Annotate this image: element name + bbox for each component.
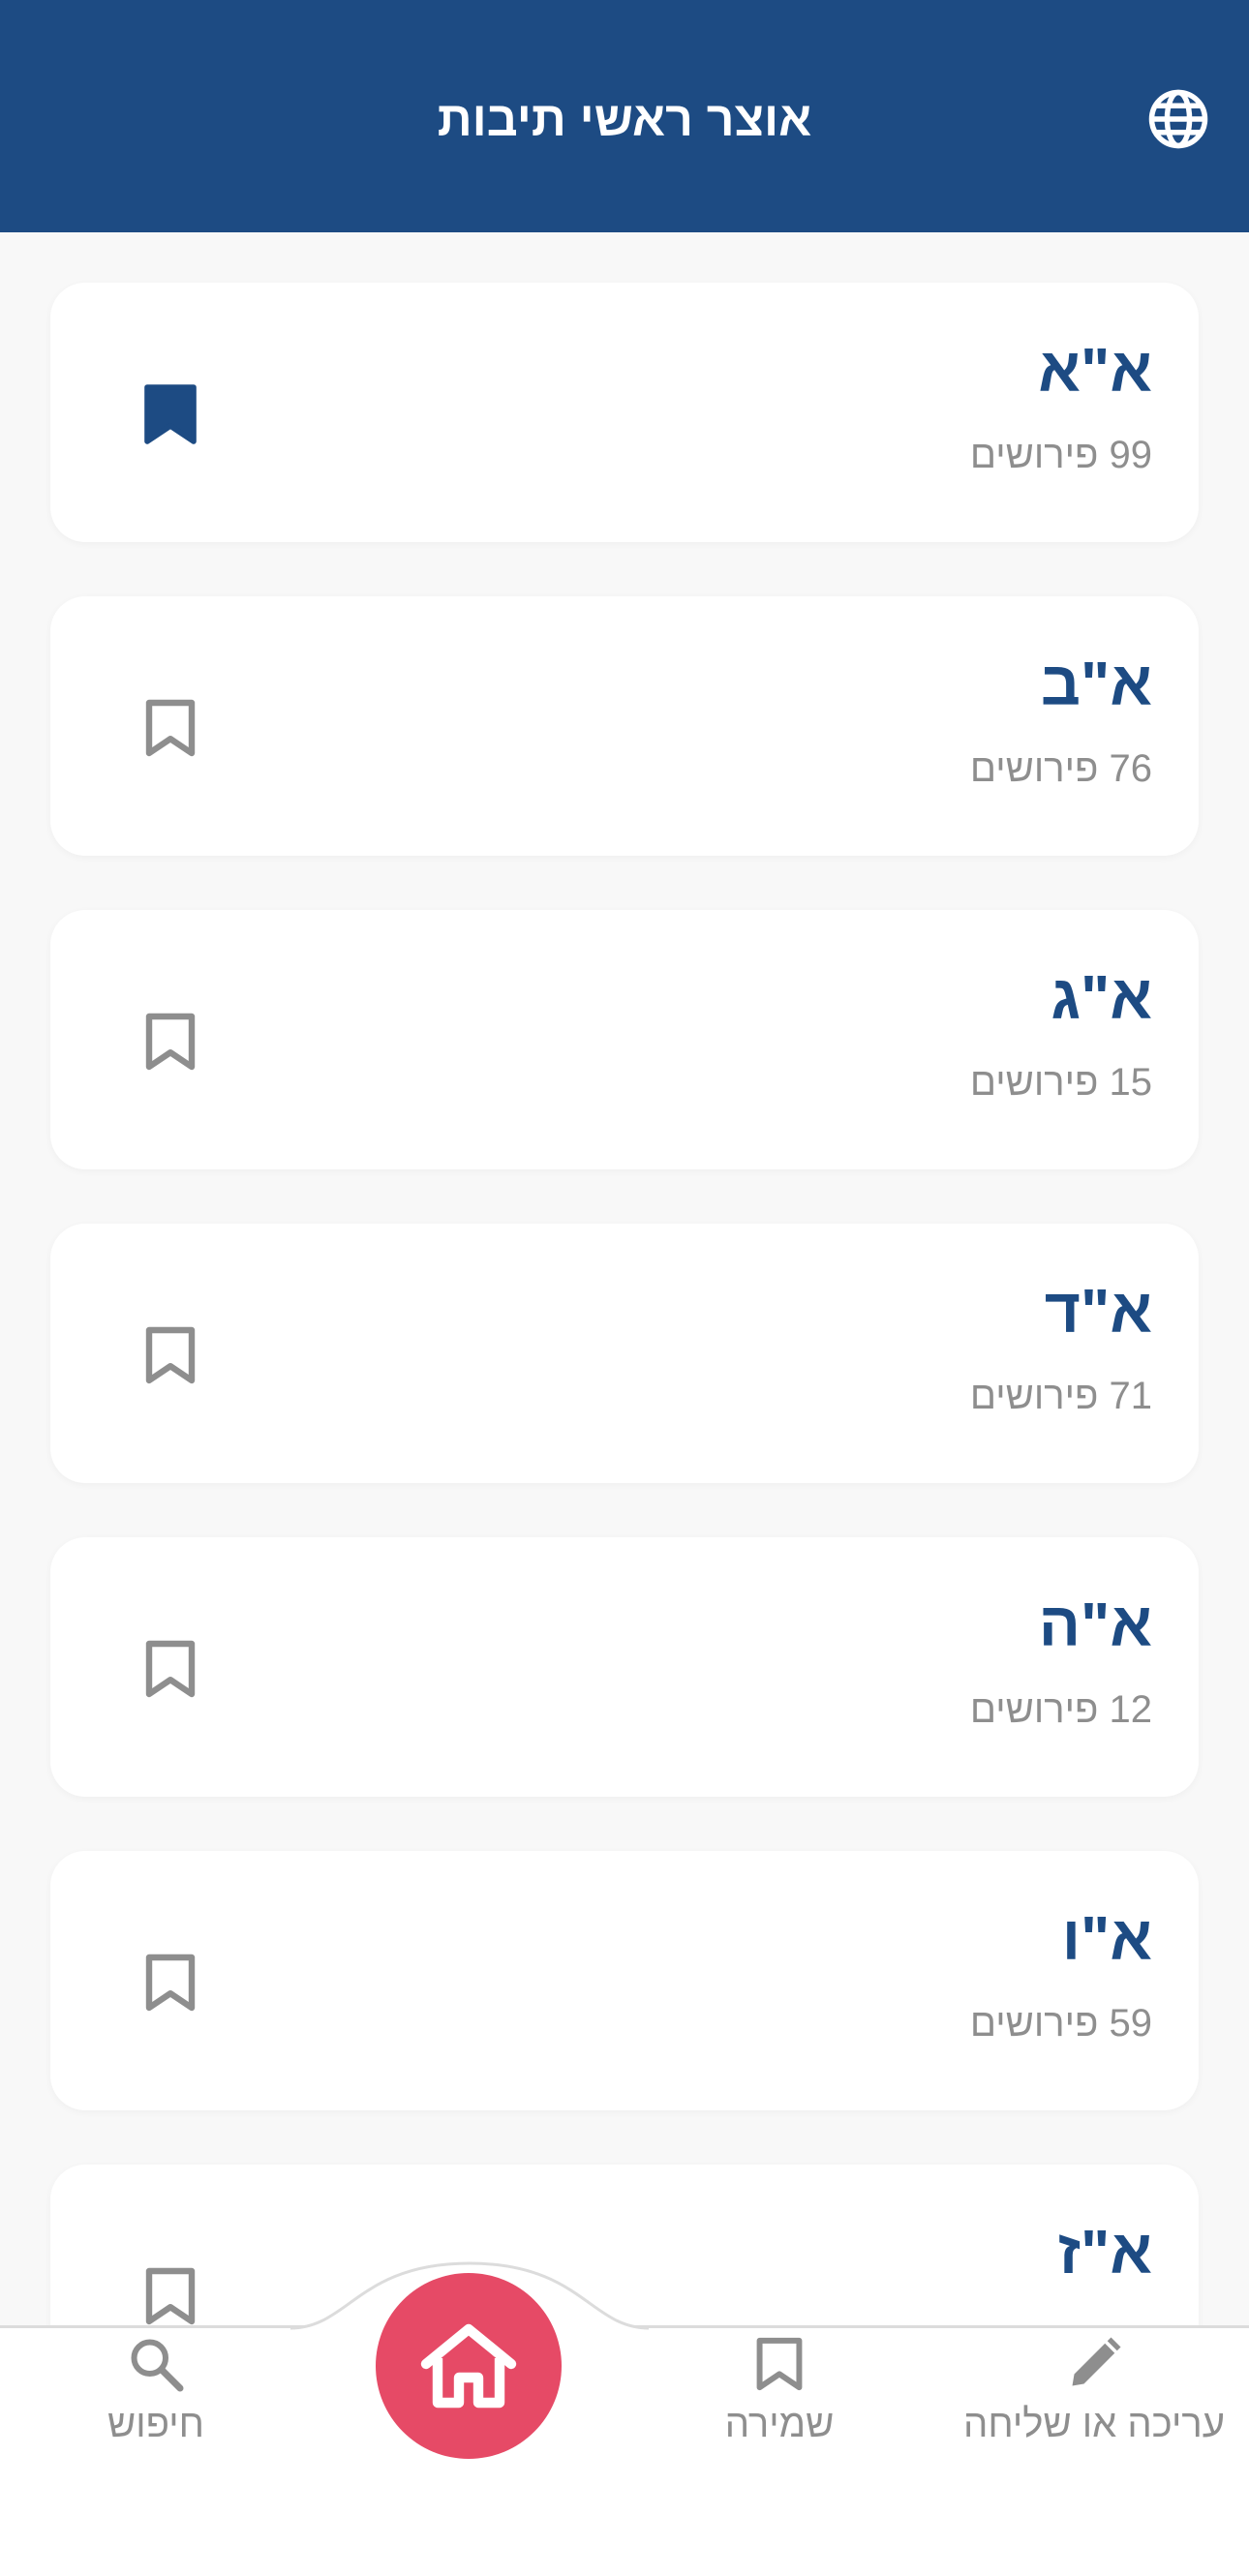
bookmark-icon[interactable] [143, 697, 198, 759]
bookmark-icon[interactable] [143, 1324, 198, 1386]
pencil-icon [1072, 2337, 1121, 2386]
list-item[interactable]: א"ג 15 פירושים [50, 910, 1199, 1169]
nav-edit[interactable]: עריכה או שליחה [939, 2335, 1249, 2446]
abbreviation-title: א"א [1038, 335, 1152, 405]
abbreviation-list: א"א 99 פירושים א"ב 76 פירושים א"ג 15 פיר… [50, 283, 1199, 2478]
bookmark-icon[interactable] [143, 1638, 198, 1700]
list-item[interactable]: א"א 99 פירושים [50, 283, 1199, 542]
meaning-count: 71 פירושים [969, 1375, 1152, 1417]
nav-edit-label: עריכה או שליחה [963, 2403, 1225, 2445]
abbreviation-title: א"ה [1038, 1590, 1152, 1659]
search-icon [131, 2339, 184, 2392]
nav-saved[interactable]: שמירה [707, 2335, 852, 2446]
bookmark-icon[interactable] [143, 2265, 198, 2327]
bookmark-filled-icon[interactable] [143, 383, 198, 445]
globe-icon[interactable] [1146, 87, 1210, 151]
abbreviation-title: א"ב [1041, 649, 1152, 718]
app-header: אוצר ראשי תיבות [0, 0, 1249, 232]
meaning-count: 99 פירושים [969, 434, 1152, 476]
abbreviation-title: א"ד [1044, 1276, 1152, 1346]
home-icon [420, 2323, 517, 2409]
abbreviation-title: א"ג [1051, 962, 1152, 1032]
bookmark-icon[interactable] [143, 1952, 198, 2014]
abbreviation-title: א"ז [1057, 2217, 1152, 2287]
bookmark-icon [756, 2337, 803, 2391]
meaning-count: 15 פירושים [969, 1061, 1152, 1104]
list-item[interactable]: א"ה 12 פירושים [50, 1537, 1199, 1797]
list-item[interactable]: א"ו 59 פירושים [50, 1851, 1199, 2110]
nav-saved-label: שמירה [724, 2403, 835, 2445]
meaning-count: 59 פירושים [969, 2002, 1152, 2045]
list-item[interactable]: א"ב 76 פירושים [50, 596, 1199, 856]
page-title: אוצר ראשי תיבות [437, 92, 812, 146]
meaning-count: 76 פירושים [969, 747, 1152, 790]
home-button[interactable] [376, 2273, 562, 2459]
nav-search[interactable]: חיפוש [93, 2335, 219, 2446]
meaning-count: 12 פירושים [969, 1688, 1152, 1731]
list-item[interactable]: א"ד 71 פירושים [50, 1224, 1199, 1483]
abbreviation-title: א"ו [1061, 1903, 1152, 1973]
bookmark-icon[interactable] [143, 1011, 198, 1073]
nav-search-label: חיפוש [107, 2403, 204, 2445]
